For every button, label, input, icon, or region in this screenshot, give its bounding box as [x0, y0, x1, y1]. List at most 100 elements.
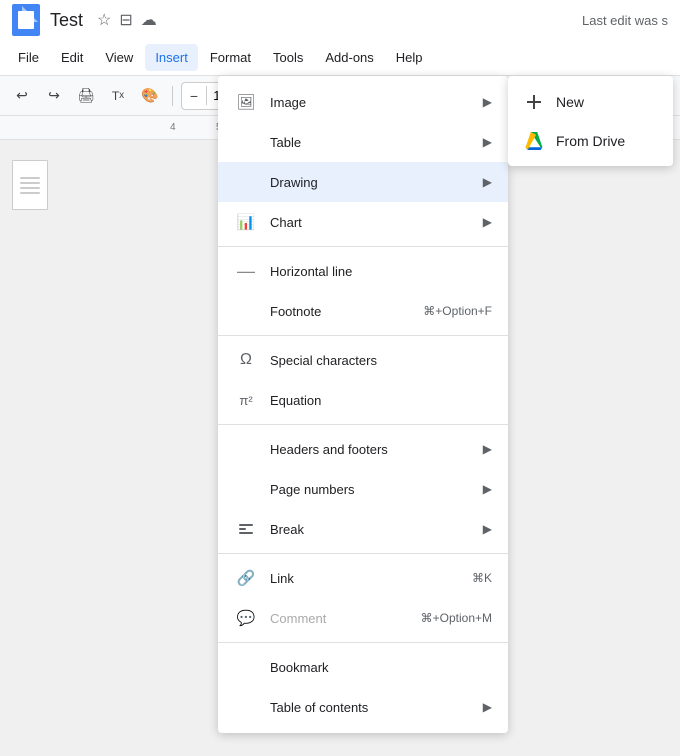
- menu-item-page-numbers[interactable]: Page numbers ▶: [218, 469, 508, 509]
- page-line: [20, 187, 40, 189]
- folder-icon[interactable]: ⊟: [119, 10, 132, 30]
- menu-item-footnote[interactable]: Footnote ⌘+Option+F: [218, 291, 508, 331]
- headers-footers-label: Headers and footers: [270, 442, 475, 457]
- insert-dropdown-menu: 🖼 Image ▶ Table ▶ Drawing ▶ 📊 Chart ▶ — …: [218, 76, 508, 733]
- horizontal-line-icon: —: [234, 259, 258, 283]
- menu-item-tools[interactable]: Tools: [263, 44, 313, 71]
- paint-format-button[interactable]: 🎨: [136, 82, 164, 110]
- menu-item-link[interactable]: 🔗 Link ⌘K: [218, 558, 508, 598]
- page-lines: [20, 177, 40, 194]
- doc-icon: [12, 4, 40, 36]
- headers-arrow: ▶: [483, 442, 492, 456]
- menu-item-comment: 💬 Comment ⌘+Option+M: [218, 598, 508, 638]
- last-edit-text: Last edit was s: [582, 13, 668, 28]
- menu-item-table[interactable]: Table ▶: [218, 122, 508, 162]
- redo-button[interactable]: ↪: [40, 82, 68, 110]
- chart-label: Chart: [270, 215, 475, 230]
- print-button[interactable]: 🖨: [72, 82, 100, 110]
- comment-shortcut: ⌘+Option+M: [421, 611, 492, 625]
- omega-icon: Ω: [234, 348, 258, 372]
- table-label: Table: [270, 135, 475, 150]
- from-drive-label: From Drive: [556, 133, 625, 149]
- doc-title[interactable]: Test: [50, 10, 83, 31]
- submenu-item-from-drive[interactable]: From Drive: [508, 122, 673, 160]
- ruler-mark-4: 4: [170, 122, 216, 133]
- image-arrow: ▶: [483, 95, 492, 109]
- menu-item-special-characters[interactable]: Ω Special characters: [218, 340, 508, 380]
- divider-4: [218, 553, 508, 554]
- page-line: [20, 182, 40, 184]
- chart-arrow: ▶: [483, 215, 492, 229]
- footnote-icon-placeholder: [234, 299, 258, 323]
- submenu-item-new[interactable]: New: [508, 82, 673, 122]
- menu-item-format[interactable]: Format: [200, 44, 261, 71]
- footnote-shortcut: ⌘+Option+F: [423, 304, 492, 318]
- break-icon: [234, 517, 258, 541]
- page-numbers-icon-placeholder: [234, 477, 258, 501]
- drawing-arrow: ▶: [483, 175, 492, 189]
- horizontal-line-label: Horizontal line: [270, 264, 492, 279]
- divider-1: [218, 246, 508, 247]
- drawing-label: Drawing: [270, 175, 475, 190]
- comment-label: Comment: [270, 611, 421, 626]
- page-preview: [12, 160, 48, 210]
- image-label: Image: [270, 95, 475, 110]
- drawing-icon-placeholder: [234, 170, 258, 194]
- menu-item-bookmark[interactable]: Bookmark: [218, 647, 508, 687]
- table-icon-placeholder: [234, 130, 258, 154]
- table-of-contents-icon-placeholder: [234, 695, 258, 719]
- page-numbers-label: Page numbers: [270, 482, 475, 497]
- menu-item-equation[interactable]: π² Equation: [218, 380, 508, 420]
- headers-icon-placeholder: [234, 437, 258, 461]
- link-label: Link: [270, 571, 472, 586]
- image-icon: 🖼: [234, 90, 258, 114]
- bookmark-label: Bookmark: [270, 660, 492, 675]
- footnote-label: Footnote: [270, 304, 423, 319]
- bookmark-icon-placeholder: [234, 655, 258, 679]
- link-icon: 🔗: [234, 566, 258, 590]
- comment-icon: 💬: [234, 606, 258, 630]
- drawing-submenu: New From Drive: [508, 76, 673, 166]
- star-icon[interactable]: ☆: [97, 10, 111, 30]
- toolbar-separator: [172, 86, 173, 106]
- title-bar: Test ☆ ⊟ ☁ Last edit was s: [0, 0, 680, 40]
- title-icons: ☆ ⊟ ☁: [97, 10, 157, 30]
- menu-item-chart[interactable]: 📊 Chart ▶: [218, 202, 508, 242]
- drive-icon: [524, 132, 544, 150]
- menu-item-help[interactable]: Help: [386, 44, 433, 71]
- table-arrow: ▶: [483, 135, 492, 149]
- special-characters-label: Special characters: [270, 353, 492, 368]
- pi-icon: π²: [234, 388, 258, 412]
- spell-check-button[interactable]: Tx: [104, 82, 132, 110]
- table-of-contents-label: Table of contents: [270, 700, 475, 715]
- break-label: Break: [270, 522, 475, 537]
- divider-5: [218, 642, 508, 643]
- menu-item-image[interactable]: 🖼 Image ▶: [218, 82, 508, 122]
- page-line: [20, 192, 40, 194]
- menu-item-horizontal-line[interactable]: — Horizontal line: [218, 251, 508, 291]
- page-line: [20, 177, 40, 179]
- menu-item-table-of-contents[interactable]: Table of contents ▶: [218, 687, 508, 727]
- menu-item-file[interactable]: File: [8, 44, 49, 71]
- chart-icon: 📊: [234, 210, 258, 234]
- divider-2: [218, 335, 508, 336]
- sidebar: [0, 140, 60, 756]
- menu-item-insert[interactable]: Insert: [145, 44, 198, 71]
- page-numbers-arrow: ▶: [483, 482, 492, 496]
- link-shortcut: ⌘K: [472, 571, 492, 585]
- menu-item-edit[interactable]: Edit: [51, 44, 93, 71]
- new-icon: [524, 92, 544, 112]
- menu-item-addons[interactable]: Add-ons: [315, 44, 383, 71]
- equation-label: Equation: [270, 393, 492, 408]
- menu-item-drawing[interactable]: Drawing ▶: [218, 162, 508, 202]
- menu-item-break[interactable]: Break ▶: [218, 509, 508, 549]
- undo-button[interactable]: ↩: [8, 82, 36, 110]
- table-of-contents-arrow: ▶: [483, 700, 492, 714]
- new-label: New: [556, 94, 584, 110]
- divider-3: [218, 424, 508, 425]
- cloud-icon[interactable]: ☁: [141, 10, 157, 30]
- font-size-decrease[interactable]: −: [182, 83, 206, 109]
- break-arrow: ▶: [483, 522, 492, 536]
- menu-item-view[interactable]: View: [95, 44, 143, 71]
- menu-item-headers-footers[interactable]: Headers and footers ▶: [218, 429, 508, 469]
